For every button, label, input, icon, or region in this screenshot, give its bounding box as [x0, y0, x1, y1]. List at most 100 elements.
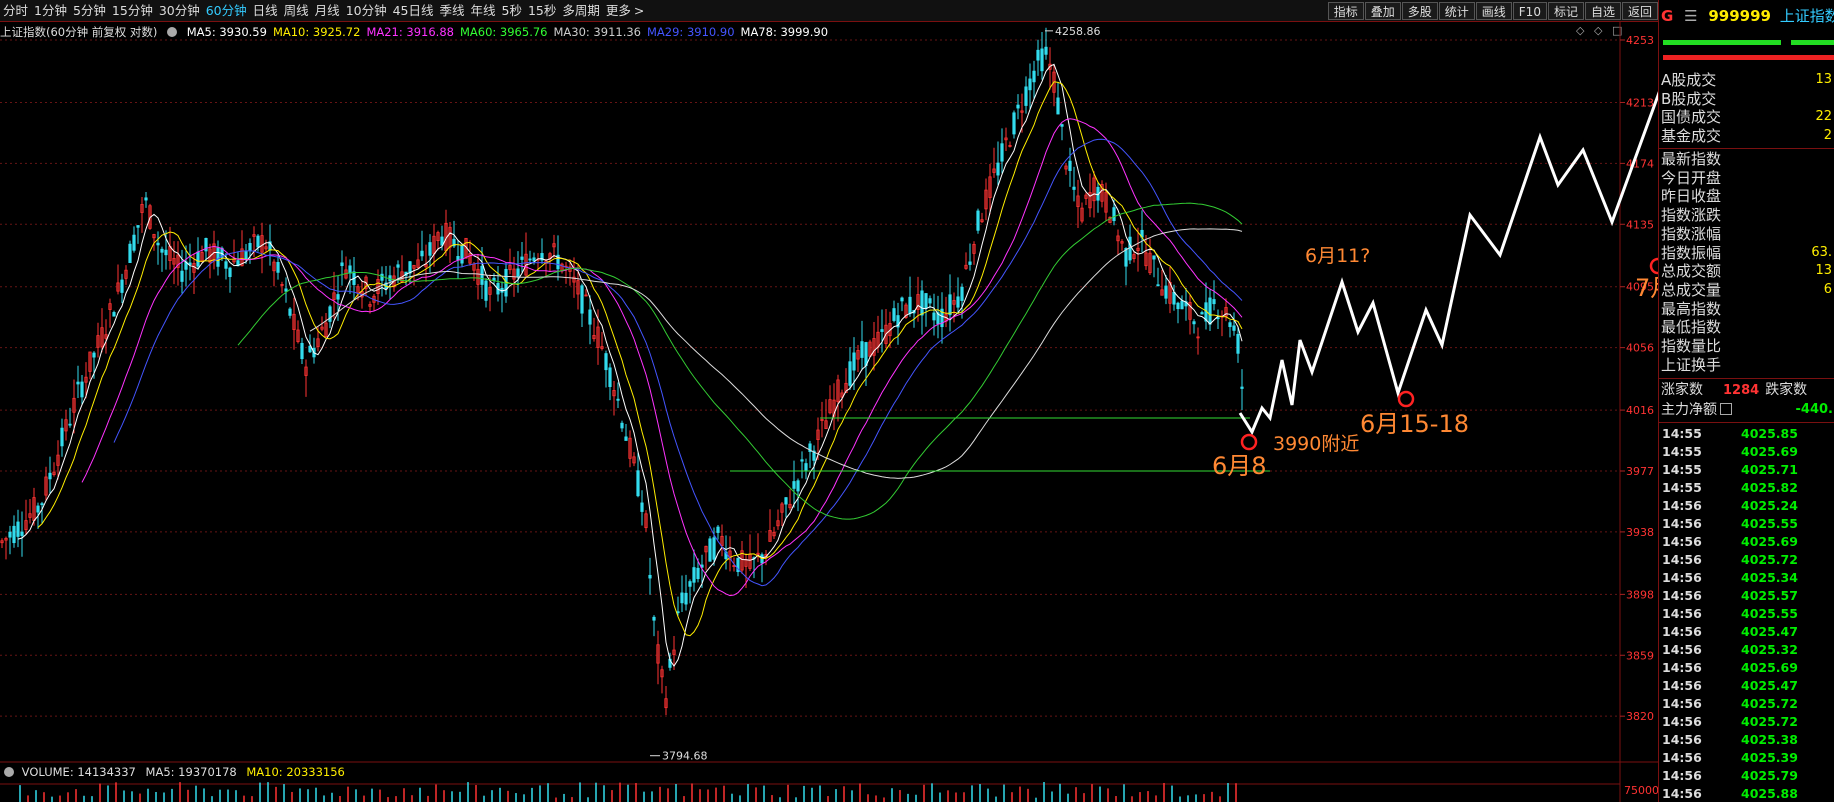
ma10-line [37, 81, 1243, 637]
annotation-label: 6月8 [1212, 452, 1267, 480]
period-tab[interactable]: 年线 [468, 0, 499, 22]
flow-row: 主力净额 -440. [1661, 401, 1833, 419]
toolbar-button[interactable]: 自选 [1584, 2, 1621, 20]
tick-price: 4025.39 [1741, 750, 1798, 765]
period-tab[interactable]: 5分钟 [70, 0, 109, 22]
period-tab[interactable]: 45日线 [390, 0, 437, 22]
tick-price: 4025.79 [1741, 768, 1798, 783]
tick-row: 14:56 4025.47 [1659, 623, 1834, 641]
candle-body [864, 342, 868, 366]
candle-body [112, 312, 116, 317]
period-tab[interactable]: 多周期 [559, 0, 603, 22]
candle-body [76, 381, 80, 385]
candle-body [1028, 78, 1032, 91]
tick-price: 4025.55 [1741, 606, 1798, 621]
g-label[interactable]: G [1661, 7, 1673, 25]
period-tab[interactable]: 分时 [0, 0, 31, 22]
panel-label: 最高指数 [1661, 299, 1722, 318]
candle-body [708, 538, 712, 562]
price-tick-label: 4253 [1626, 34, 1654, 47]
tick-time: 14:56 [1662, 570, 1702, 585]
settings-icon[interactable] [4, 767, 14, 777]
period-toolbar: 分时 1分钟 5分钟 15分钟 30分钟 60分钟 日线 周线 月线 10分钟 45日线 季线 年线 5秒… [0, 0, 1834, 22]
flow-label: 主力净额 [1661, 402, 1717, 418]
rise-fall-row: 涨家数 1284 跌家数 [1661, 381, 1807, 400]
candle-body [1000, 143, 1004, 162]
candle-body [924, 293, 928, 309]
tick-price: 4025.34 [1741, 570, 1798, 585]
period-tab[interactable]: 30分钟 [156, 0, 203, 22]
candle-body [132, 234, 136, 251]
menu-icon[interactable]: ☰ [1684, 7, 1697, 25]
tick-time: 14:55 [1662, 462, 1702, 477]
tick-time: 14:56 [1662, 516, 1702, 531]
candle-body [1016, 104, 1020, 109]
panel-value: 6 [1823, 281, 1832, 297]
candle-body [928, 298, 932, 304]
chevron-right-icon[interactable]: > [634, 0, 647, 22]
period-tab[interactable]: 日线 [250, 0, 281, 22]
period-tab[interactable]: 更多 [603, 0, 634, 22]
annotation-label: 3990附近 [1273, 433, 1359, 455]
panel-label: 国债成交 [1661, 108, 1722, 126]
candle-body [284, 288, 288, 292]
candle-body [1176, 302, 1180, 310]
candle-body [1036, 49, 1040, 61]
candle-body [920, 290, 924, 316]
period-tab[interactable]: 5秒 [499, 0, 525, 22]
toolbar-button[interactable]: 标记 [1547, 2, 1584, 20]
candle-body [1208, 297, 1212, 325]
period-tab[interactable]: 15分钟 [109, 0, 156, 22]
candle-body [892, 308, 896, 321]
panel-label: 指数振幅 [1661, 243, 1722, 262]
tick-time: 14:56 [1662, 696, 1702, 711]
period-tab[interactable]: 10分钟 [343, 0, 390, 22]
candle-body [712, 537, 716, 560]
tick-row: 14:56 4025.32 [1659, 641, 1834, 659]
candle-body [164, 249, 168, 256]
tick-price: 4025.82 [1741, 480, 1798, 495]
toolbar-button[interactable]: 叠加 [1364, 2, 1401, 20]
candle-body [1044, 46, 1048, 55]
tick-price: 4025.71 [1741, 462, 1798, 477]
candle-body [1152, 255, 1156, 260]
candle-body [1232, 325, 1236, 331]
toolbar-button[interactable]: 指标 [1327, 2, 1364, 20]
toolbar-button[interactable]: 统计 [1438, 2, 1475, 20]
tick-row: 14:55 4025.82 [1659, 479, 1834, 497]
tick-price: 4025.85 [1741, 426, 1798, 441]
toolbar-button[interactable]: 画线 [1475, 2, 1512, 20]
candle-body [120, 279, 124, 293]
tick-row: 14:56 4025.34 [1659, 569, 1834, 587]
tick-row: 14:56 4025.72 [1659, 695, 1834, 713]
annotation-label: 6月11? [1305, 245, 1370, 267]
toolbar-button[interactable]: F10 [1512, 2, 1547, 20]
panel-label: 指数涨幅 [1661, 224, 1722, 243]
candle-body [1112, 207, 1116, 222]
tick-row: 14:55 4025.69 [1659, 443, 1834, 461]
toolbar-button[interactable]: 多股 [1401, 2, 1438, 20]
period-tab[interactable]: 15秒 [525, 0, 559, 22]
candle-body [900, 297, 904, 302]
candle-body [1192, 321, 1196, 325]
candle-body [340, 262, 344, 267]
candle-body [428, 242, 432, 256]
tick-time: 14:56 [1662, 606, 1702, 621]
kline-chart[interactable]: 4253421341744135409540564016397739383898… [0, 22, 1658, 802]
flow-icon[interactable] [1720, 403, 1732, 415]
period-tab[interactable]: 60分钟 [203, 0, 250, 22]
period-tab[interactable]: 月线 [312, 0, 343, 22]
toolbar-button[interactable]: 返回 [1621, 2, 1658, 20]
period-tab[interactable]: 1分钟 [31, 0, 70, 22]
candle-body [532, 257, 536, 262]
projection-path [1238, 91, 1658, 436]
period-tab[interactable]: 周线 [281, 0, 312, 22]
tick-time: 14:56 [1662, 642, 1702, 657]
candle-body [624, 436, 628, 441]
candle-body [1212, 299, 1216, 305]
candle-body [288, 308, 292, 316]
candle-body [348, 265, 352, 274]
period-tab[interactable]: 季线 [437, 0, 468, 22]
candle-body [684, 592, 688, 605]
candle-body [1040, 48, 1044, 72]
